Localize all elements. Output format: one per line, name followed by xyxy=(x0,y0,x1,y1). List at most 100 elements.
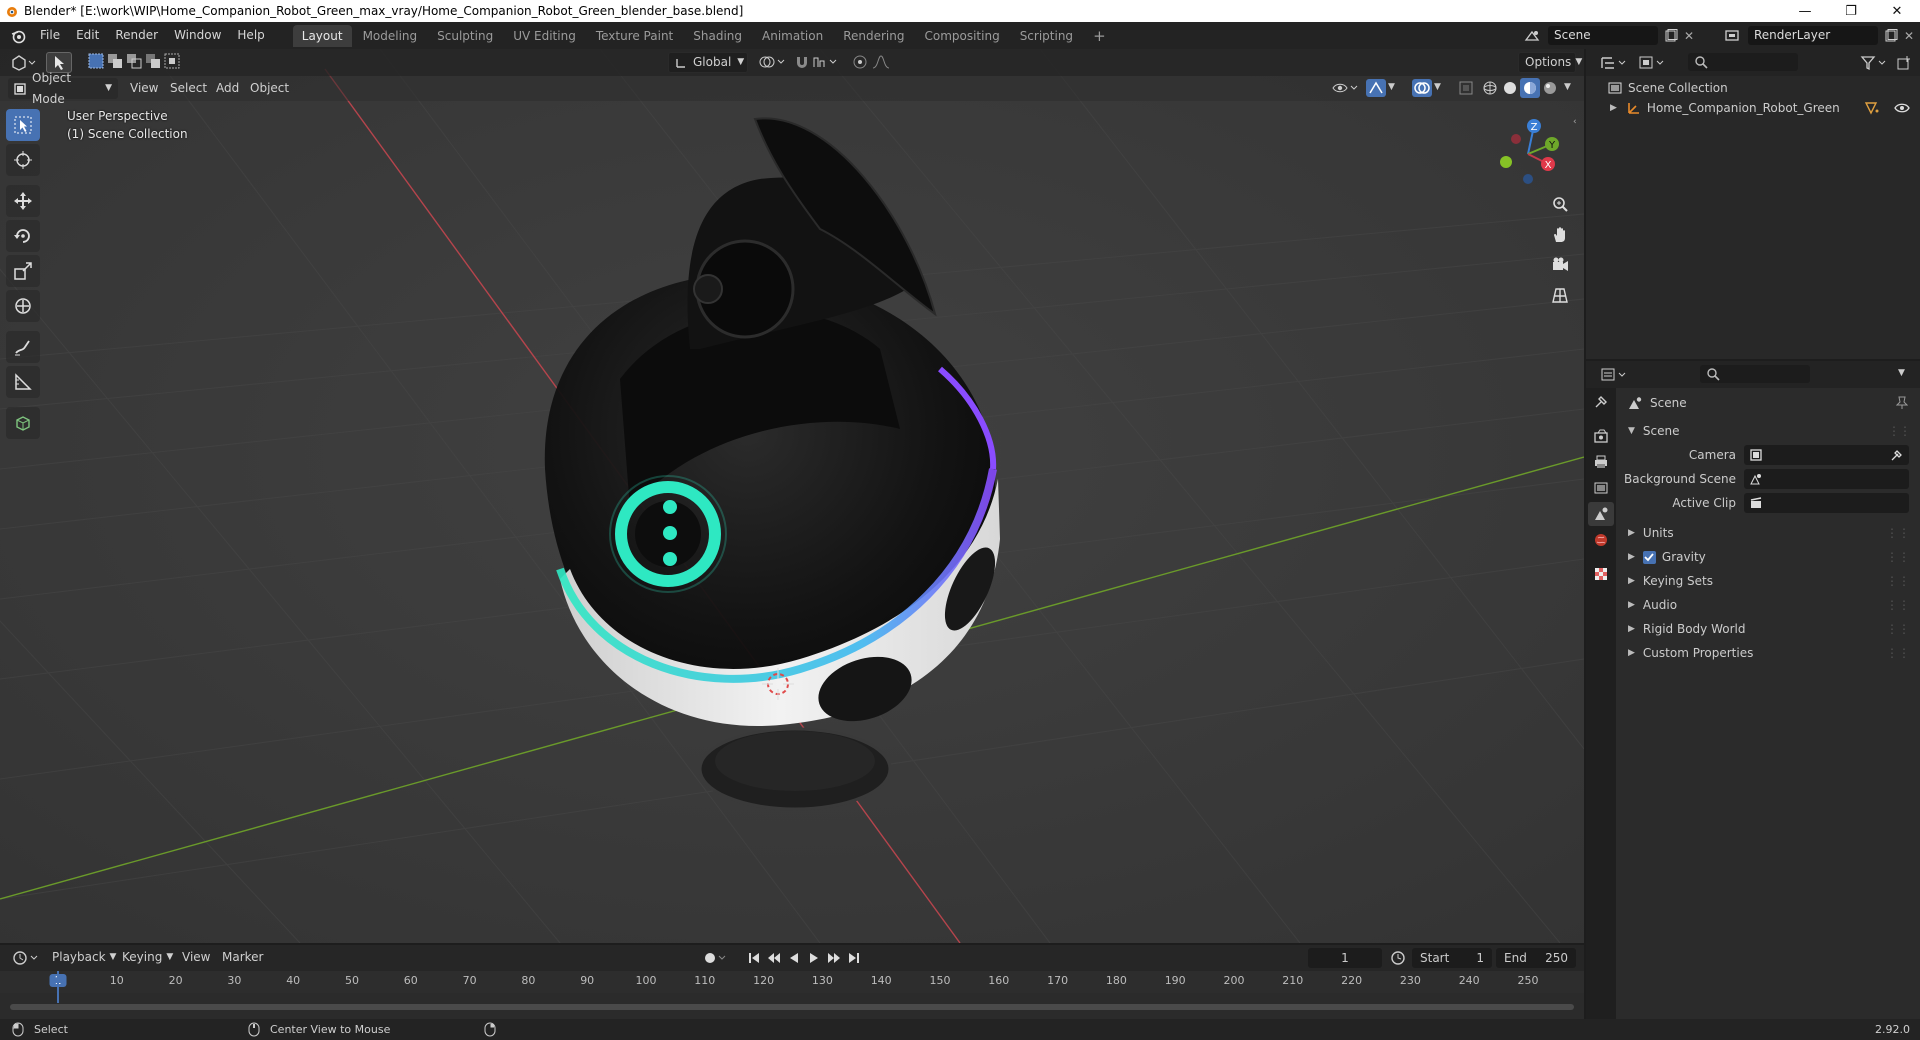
overlays-dropdown-icon[interactable]: ▼ xyxy=(1434,82,1441,92)
select-menu[interactable]: Select xyxy=(164,78,213,99)
properties-editor-type-icon[interactable] xyxy=(1600,367,1628,383)
scene-section-header[interactable]: ▼ Scene ⋮⋮ xyxy=(1620,419,1916,443)
playback-menu[interactable]: Playback ▼ xyxy=(46,947,122,968)
tab-shading[interactable]: Shading xyxy=(684,25,751,47)
view-layer-tab[interactable] xyxy=(1588,476,1614,500)
transform-orientation-dropdown[interactable]: Global ▼ xyxy=(668,52,748,73)
current-frame-field[interactable]: 1 xyxy=(1308,948,1382,968)
tab-sculpting[interactable]: Sculpting xyxy=(428,25,502,47)
menu-edit[interactable]: Edit xyxy=(68,22,107,49)
world-tab[interactable] xyxy=(1588,528,1614,552)
proportional-falloff-icon[interactable] xyxy=(872,54,898,70)
timeline-scrollbar[interactable] xyxy=(10,1004,1574,1010)
end-frame-field[interactable]: End 250 xyxy=(1496,948,1576,968)
play-icon[interactable] xyxy=(806,950,822,966)
drag-handle-icon[interactable]: ⋮⋮ xyxy=(1886,646,1910,660)
auto-keying-record-icon[interactable] xyxy=(702,950,728,966)
cursor-tool[interactable] xyxy=(6,144,40,176)
preview-range-clock-icon[interactable] xyxy=(1390,950,1406,966)
zoom-icon[interactable] xyxy=(1550,194,1570,214)
properties-options-dropdown-icon[interactable]: ▼ xyxy=(1898,368,1905,378)
frame-ruler[interactable]: 1102030405060708090100110120130140150160… xyxy=(0,971,1584,993)
pan-hand-icon[interactable] xyxy=(1550,225,1570,245)
view-menu[interactable]: View xyxy=(124,78,164,99)
tool-settings-tab[interactable] xyxy=(1588,390,1614,414)
scene-selector-icon[interactable] xyxy=(1524,28,1542,44)
eyedropper-icon[interactable] xyxy=(1891,449,1903,461)
next-keyframe-icon[interactable] xyxy=(826,950,842,966)
subpanel-gravity[interactable]: ▶ Gravity ⋮⋮ xyxy=(1620,545,1916,569)
tab-uv-editing[interactable]: UV Editing xyxy=(504,25,585,47)
render-tab[interactable] xyxy=(1588,424,1614,448)
outliner-row-object[interactable]: ▶ Home_Companion_Robot_Green xyxy=(1586,98,1920,118)
drag-handle-icon[interactable]: ⋮⋮ xyxy=(1886,574,1910,588)
background-scene-field[interactable] xyxy=(1744,469,1909,489)
timeline-editor-type-icon[interactable] xyxy=(12,950,40,966)
prev-keyframe-icon[interactable] xyxy=(766,950,782,966)
gizmo-toggle-icon[interactable] xyxy=(1366,79,1386,97)
new-collection-icon[interactable] xyxy=(1896,55,1912,71)
snap-icon[interactable] xyxy=(794,54,810,70)
select-subtract-icon[interactable] xyxy=(126,53,142,69)
scale-tool[interactable] xyxy=(6,255,40,287)
jump-start-icon[interactable] xyxy=(746,950,762,966)
scene-name-field[interactable]: Scene xyxy=(1548,26,1658,45)
measure-tool[interactable] xyxy=(6,366,40,398)
drag-handle-icon[interactable]: ⋮⋮ xyxy=(1886,526,1910,540)
xray-toggle-icon[interactable] xyxy=(1458,80,1474,96)
scene-tab[interactable] xyxy=(1588,502,1614,526)
select-extend-icon[interactable] xyxy=(107,53,123,69)
navigation-gizmo[interactable]: Z Y X xyxy=(1488,114,1568,194)
viewport-scene[interactable] xyxy=(0,49,1584,943)
object-menu[interactable]: Object xyxy=(244,78,295,99)
tab-animation[interactable]: Animation xyxy=(753,25,832,47)
start-frame-field[interactable]: Start 1 xyxy=(1412,948,1492,968)
add-workspace-button[interactable]: + xyxy=(1084,25,1115,47)
close-button[interactable]: ✕ xyxy=(1874,0,1920,22)
new-render-layer-icon[interactable] xyxy=(1884,28,1898,43)
timeline-view-menu[interactable]: View xyxy=(176,947,216,968)
menu-render[interactable]: Render xyxy=(107,22,166,49)
keyframe-area[interactable] xyxy=(0,971,1584,1013)
move-tool[interactable] xyxy=(6,185,40,217)
visibility-icon[interactable] xyxy=(1332,80,1360,96)
display-mode-icon[interactable] xyxy=(1638,55,1666,71)
shading-rendered-icon[interactable] xyxy=(1542,80,1558,96)
options-dropdown[interactable]: Options ▼ xyxy=(1518,52,1582,73)
filter-icon[interactable] xyxy=(1860,55,1888,71)
pivot-point-icon[interactable] xyxy=(758,54,786,70)
subpanel-rigid-body-world[interactable]: ▶ Rigid Body World ⋮⋮ xyxy=(1620,617,1916,641)
tab-modeling[interactable]: Modeling xyxy=(354,25,427,47)
drag-handle-icon[interactable]: ⋮⋮ xyxy=(1888,424,1911,438)
outliner-row-scene-collection[interactable]: Scene Collection xyxy=(1586,78,1920,98)
remove-render-layer-icon[interactable]: ✕ xyxy=(1904,29,1914,43)
active-clip-field[interactable] xyxy=(1744,493,1909,513)
gizmo-dropdown-icon[interactable]: ▼ xyxy=(1388,82,1395,92)
selection-mode-group[interactable] xyxy=(88,53,180,69)
subpanel-audio[interactable]: ▶ Audio ⋮⋮ xyxy=(1620,593,1916,617)
select-box-tool[interactable] xyxy=(6,109,40,141)
ortho-grid-icon[interactable] xyxy=(1550,285,1570,305)
render-layer-icon[interactable] xyxy=(1724,28,1742,44)
shading-solid-icon[interactable] xyxy=(1502,80,1518,96)
gravity-checkbox[interactable] xyxy=(1642,550,1656,564)
tab-texture-paint[interactable]: Texture Paint xyxy=(587,25,682,47)
tab-layout[interactable]: Layout xyxy=(292,24,352,47)
marker-menu[interactable]: Marker xyxy=(216,947,269,968)
properties-search-input[interactable] xyxy=(1700,365,1810,383)
remove-scene-icon[interactable]: ✕ xyxy=(1684,29,1694,43)
select-intersect-icon[interactable] xyxy=(164,53,180,69)
camera-field[interactable] xyxy=(1744,445,1909,465)
3d-viewport[interactable]: Global ▼ Options ▼ Object Mode ▼ View Se… xyxy=(0,49,1584,943)
play-reverse-icon[interactable] xyxy=(786,950,802,966)
rotate-tool[interactable] xyxy=(6,220,40,252)
drag-handle-icon[interactable]: ⋮⋮ xyxy=(1886,598,1910,612)
object-mode-dropdown[interactable]: Object Mode ▼ xyxy=(8,71,118,106)
transform-tool[interactable] xyxy=(6,290,40,322)
tab-scripting[interactable]: Scripting xyxy=(1011,25,1082,47)
restore-button[interactable]: ❐ xyxy=(1828,0,1874,22)
overlays-toggle-icon[interactable] xyxy=(1412,79,1432,97)
render-layer-field[interactable]: RenderLayer xyxy=(1748,26,1878,45)
drag-handle-icon[interactable]: ⋮⋮ xyxy=(1886,550,1910,564)
drag-handle-icon[interactable]: ⋮⋮ xyxy=(1886,622,1910,636)
